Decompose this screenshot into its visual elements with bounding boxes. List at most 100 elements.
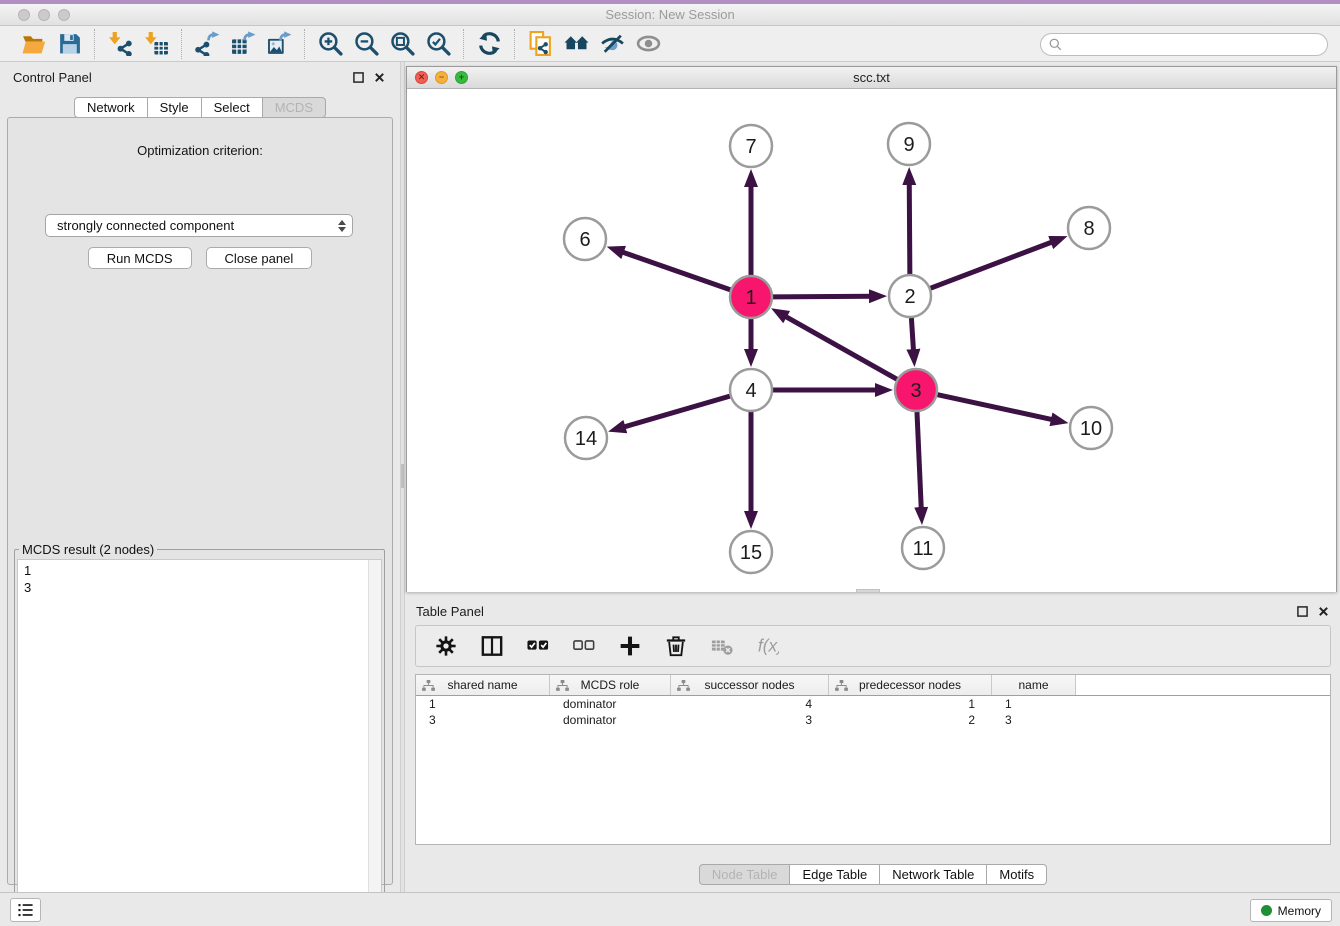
toolbar-group: [95, 29, 182, 59]
tab-network[interactable]: Network: [74, 97, 148, 118]
export-network-icon[interactable]: [192, 29, 222, 59]
save-session-icon[interactable]: [54, 29, 84, 59]
tab-motifs[interactable]: Motifs: [987, 864, 1047, 885]
graph-node-8[interactable]: 8: [1068, 207, 1110, 249]
tab-node-table[interactable]: Node Table: [699, 864, 791, 885]
table-body: 1dominator4113dominator323: [416, 696, 1330, 728]
column-type-icon: [556, 680, 569, 694]
export-table-icon[interactable]: [228, 29, 258, 59]
memory-button[interactable]: Memory: [1250, 899, 1332, 922]
column-header-predecessor-nodes[interactable]: predecessor nodes: [829, 675, 992, 695]
table-cell-MCDS-role[interactable]: dominator: [550, 712, 671, 728]
graph-edge-2-9[interactable]: [909, 181, 910, 274]
first-neighbors-icon[interactable]: [561, 29, 591, 59]
table-cell-MCDS-role[interactable]: dominator: [550, 696, 671, 712]
network-canvas[interactable]: 7 9 6 8 1 2 4 3 14 10 15 11: [407, 89, 1336, 592]
graph-node-label: 8: [1083, 218, 1094, 240]
tab-mcds[interactable]: MCDS: [263, 97, 326, 118]
graph-node-9[interactable]: 9: [888, 123, 930, 165]
import-table-icon[interactable]: [141, 29, 171, 59]
table-cell-successor-nodes[interactable]: 3: [671, 712, 829, 728]
graph-edge-3-1[interactable]: [783, 315, 897, 379]
graph-edge-4-14[interactable]: [622, 396, 730, 428]
column-header-MCDS-role[interactable]: MCDS role: [550, 675, 671, 695]
graph-node-1[interactable]: 1: [730, 276, 772, 318]
graph-edge-1-6[interactable]: [620, 251, 730, 290]
graph-edge-3-11[interactable]: [917, 412, 921, 511]
delete-table-icon: [708, 632, 736, 660]
table-settings-icon[interactable]: [432, 632, 460, 660]
graph-edge-1-2[interactable]: [773, 296, 873, 297]
graph-node-6[interactable]: 6: [564, 218, 606, 260]
node-table[interactable]: shared nameMCDS rolesuccessor nodesprede…: [415, 674, 1331, 845]
graph-node-4[interactable]: 4: [730, 369, 772, 411]
network-graph[interactable]: 7 9 6 8 1 2 4 3 14 10 15 11: [407, 89, 1336, 592]
table-row[interactable]: 3dominator323: [416, 712, 1330, 728]
table-row[interactable]: 1dominator411: [416, 696, 1330, 712]
zoom-selected-icon[interactable]: [423, 29, 453, 59]
graph-node-3[interactable]: 3: [895, 369, 937, 411]
graph-edge-2-8[interactable]: [931, 241, 1055, 288]
search-box[interactable]: [1040, 33, 1328, 56]
application-window: Session: New Session Control Panel: [0, 0, 1340, 926]
tab-style[interactable]: Style: [148, 97, 202, 118]
network-window-titlebar[interactable]: ✕ − + scc.txt: [407, 67, 1336, 89]
table-cell-shared-name[interactable]: 3: [416, 712, 550, 728]
close-panel-icon[interactable]: [373, 71, 386, 84]
column-header-shared-name[interactable]: shared name: [416, 675, 550, 695]
table-cell-successor-nodes[interactable]: 4: [671, 696, 829, 712]
zoom-out-icon[interactable]: [351, 29, 381, 59]
tab-network-table[interactable]: Network Table: [880, 864, 987, 885]
graph-edge-2-3[interactable]: [911, 318, 913, 353]
format-columns-icon[interactable]: [478, 632, 506, 660]
show-hidden-icon[interactable]: [633, 29, 663, 59]
export-image-icon[interactable]: [264, 29, 294, 59]
splitter-handle[interactable]: [401, 464, 404, 488]
result-scrollbar[interactable]: [368, 560, 381, 922]
vertical-splitter[interactable]: [400, 62, 405, 892]
run-mcds-button[interactable]: Run MCDS: [88, 247, 192, 269]
column-header-name[interactable]: name: [992, 675, 1076, 695]
mcds-result-list[interactable]: 13: [17, 559, 382, 923]
zoom-in-icon[interactable]: [315, 29, 345, 59]
open-session-icon[interactable]: [18, 29, 48, 59]
memory-button-label: Memory: [1278, 904, 1321, 918]
table-close-panel-icon[interactable]: [1317, 605, 1330, 618]
unselect-all-columns-icon[interactable]: [570, 632, 598, 660]
graph-node-11[interactable]: 11: [902, 527, 944, 569]
table-float-panel-icon[interactable]: [1296, 605, 1309, 618]
float-panel-icon[interactable]: [352, 71, 365, 84]
tab-select[interactable]: Select: [202, 97, 263, 118]
graph-node-15[interactable]: 15: [730, 531, 772, 573]
mcds-result-node: 3: [24, 579, 375, 596]
graph-node-2[interactable]: 2: [889, 275, 931, 317]
clone-network-icon[interactable]: [525, 29, 555, 59]
table-cell-predecessor-nodes[interactable]: 2: [829, 712, 992, 728]
graph-node-10[interactable]: 10: [1070, 407, 1112, 449]
graph-node-label: 4: [745, 380, 756, 402]
graph-node-7[interactable]: 7: [730, 125, 772, 167]
graph-edge-3-10[interactable]: [937, 395, 1054, 420]
window-titlebar: Session: New Session: [0, 4, 1340, 26]
delete-columns-icon[interactable]: [662, 632, 690, 660]
search-input[interactable]: [1062, 36, 1327, 54]
show-panels-list-button[interactable]: [10, 898, 41, 922]
close-panel-button[interactable]: Close panel: [206, 247, 313, 269]
zoom-fit-icon[interactable]: [387, 29, 417, 59]
tab-edge-table[interactable]: Edge Table: [790, 864, 880, 885]
criterion-dropdown[interactable]: strongly connected component: [45, 214, 353, 237]
create-column-icon[interactable]: [616, 632, 644, 660]
table-cell-name[interactable]: 3: [992, 712, 1076, 728]
table-cell-predecessor-nodes[interactable]: 1: [829, 696, 992, 712]
column-header-successor-nodes[interactable]: successor nodes: [671, 675, 829, 695]
mcds-tab-content: Optimization criterion: strongly connect…: [7, 117, 393, 885]
import-network-icon[interactable]: [105, 29, 135, 59]
graph-node-14[interactable]: 14: [565, 417, 607, 459]
table-cell-shared-name[interactable]: 1: [416, 696, 550, 712]
hide-selected-icon[interactable]: [597, 29, 627, 59]
select-all-columns-icon[interactable]: [524, 632, 552, 660]
mcds-result-lines: 13: [18, 560, 381, 598]
table-cell-name[interactable]: 1: [992, 696, 1076, 712]
refresh-view-icon[interactable]: [474, 29, 504, 59]
horizontal-splitter-handle[interactable]: [856, 589, 880, 593]
